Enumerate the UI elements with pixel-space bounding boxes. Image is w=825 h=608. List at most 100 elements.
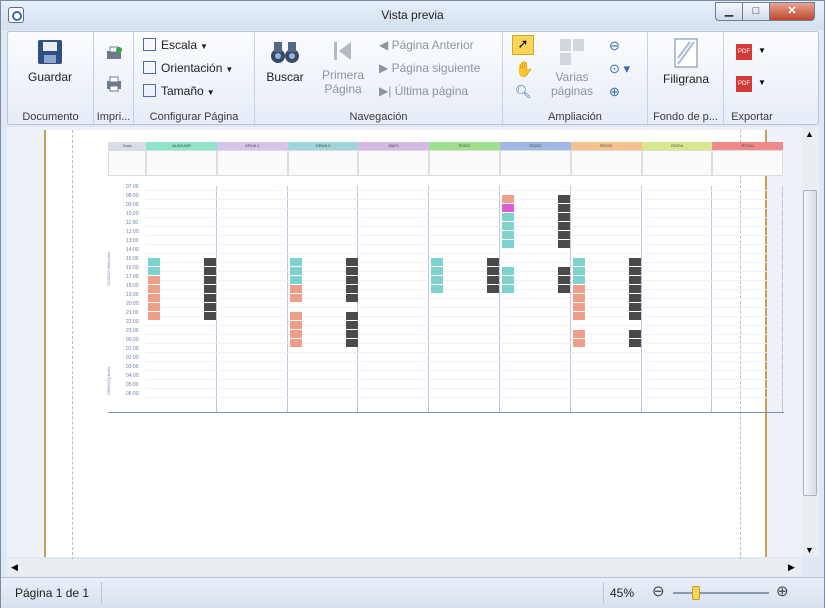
zoom-out-button[interactable]: ⊖ <box>652 582 665 600</box>
hour-gridline <box>146 280 784 281</box>
scroll-right-icon[interactable]: ▶ <box>788 562 795 573</box>
filigrana-button[interactable]: Filigrana <box>654 38 718 86</box>
assignment-block <box>628 303 641 311</box>
orientacion-caret-icon: ▼ <box>225 65 234 74</box>
buscar-button[interactable]: Buscar <box>261 38 309 84</box>
first-page-icon <box>334 42 351 60</box>
hour-gridline <box>146 388 784 389</box>
hour-label: 17:00 <box>126 274 139 280</box>
assignment-block <box>628 267 641 275</box>
assignment-block <box>572 267 585 275</box>
tamano-button[interactable]: Tamaño ▼ <box>143 84 215 98</box>
zoom-tool-icon[interactable]: 🔍︎ <box>515 84 532 100</box>
assignment-block <box>345 294 358 302</box>
equipment-image <box>429 150 500 176</box>
assignment-block <box>628 258 641 266</box>
pointer-tool-icon[interactable]: ➚ <box>512 35 534 55</box>
send-pdf-icon[interactable]: PDF <box>736 76 752 92</box>
group-label-documento: Documento <box>22 111 79 123</box>
scroll-thumb[interactable] <box>803 190 817 496</box>
scroll-left-icon[interactable]: ◀ <box>11 562 18 573</box>
zoom-dropdown-icon[interactable]: ⊙ ▾ <box>609 61 630 77</box>
assignment-block <box>148 285 160 293</box>
equipment-image <box>500 150 571 176</box>
equipment-image <box>712 150 784 176</box>
equipment-image <box>570 150 642 176</box>
hour-gridline <box>146 226 784 227</box>
schedule-column-header: R2203 <box>570 142 642 150</box>
group-label-ampliacion: Ampliación <box>548 111 602 123</box>
assignment-block <box>289 330 302 338</box>
hour-label: 04:00 <box>126 373 139 379</box>
assignment-block <box>502 276 514 284</box>
hour-gridline <box>146 352 784 353</box>
group-ampliacion: ➚ ✋ 🔍︎ Varias páginas ⊖ ⊙ ▾ ⊕ Ampliación <box>503 32 648 124</box>
hour-gridline <box>146 307 784 308</box>
assignment-block <box>558 222 570 230</box>
save-icon <box>38 40 62 64</box>
primera-pagina-button[interactable]: Primera Página <box>318 38 368 96</box>
save-label: Guardar <box>27 70 73 84</box>
hour-gridline <box>146 334 784 335</box>
hour-label: 00:00 <box>126 337 139 343</box>
assignment-block <box>345 276 358 284</box>
zoom-in-button[interactable]: ⊕ <box>776 582 789 600</box>
scroll-up-icon[interactable]: ▲ <box>805 129 814 139</box>
last-page-icon: ▶| <box>379 84 395 98</box>
quick-print-icon[interactable] <box>105 76 123 92</box>
escala-button[interactable]: Escala ▼ <box>143 38 208 52</box>
vertical-scrollbar[interactable]: ▲ ▼ <box>802 127 819 557</box>
pagina-anterior-button[interactable]: ◀ Página Anterior <box>379 38 474 52</box>
zoom-out-icon[interactable]: ⊖ <box>609 38 620 54</box>
status-divider-zoom <box>603 582 604 604</box>
print-options-icon[interactable] <box>105 46 123 62</box>
zoom-slider-thumb[interactable] <box>692 586 701 600</box>
minimize-button[interactable]: ▁ <box>715 2 743 21</box>
hour-gridline <box>146 325 784 326</box>
page-indicator: Página 1 de 1 <box>15 586 90 600</box>
schedule-corner <box>108 150 146 176</box>
assignment-block <box>148 276 160 284</box>
assignment-block <box>502 213 514 221</box>
group-label-navegacion: Navegación <box>349 111 408 123</box>
export-caret-icon[interactable]: ▼ <box>758 46 766 55</box>
preview-area[interactable]: Grúa ALAVIJAR GRUA 1 GRUA 2 MAF1 R2201 R2202 R2… <box>7 127 802 560</box>
assignment-block <box>502 195 514 203</box>
pagina-siguiente-button[interactable]: ▶ Página siguiente <box>379 61 480 75</box>
orientation-icon <box>143 61 156 74</box>
scroll-down-icon[interactable]: ▼ <box>805 545 814 555</box>
watermark-icon <box>674 38 698 68</box>
hand-tool-icon[interactable]: ✋ <box>515 60 534 78</box>
hour-label: 09:00 <box>126 202 139 208</box>
zoom-slider[interactable] <box>673 586 769 600</box>
day-label: 22/05/13 miércoles <box>106 252 111 286</box>
equipment-image <box>146 150 217 176</box>
hour-label: 13:00 <box>126 238 139 244</box>
maximize-button[interactable]: □ <box>742 2 770 21</box>
assignment-block <box>345 267 358 275</box>
zoom-in-icon[interactable]: ⊕ <box>609 84 620 100</box>
hour-gridline <box>146 253 784 254</box>
ultima-pagina-button[interactable]: ▶| Última página <box>379 84 468 98</box>
assignment-block <box>289 285 302 293</box>
group-configurar: Escala ▼ Orientación ▼ Tamaño ▼ Configurar … <box>134 32 255 124</box>
assignment-block <box>204 294 216 302</box>
assignment-block <box>572 339 585 347</box>
hour-label: 19:00 <box>126 292 139 298</box>
varias-paginas-button[interactable]: Varias páginas <box>545 38 599 98</box>
hour-label: 14:00 <box>126 247 139 253</box>
close-button[interactable]: ✕ <box>769 2 815 21</box>
assignment-block <box>289 276 302 284</box>
horizontal-scrollbar[interactable]: ◀ ▶ <box>7 559 802 576</box>
hour-label: 11:00 <box>126 220 139 226</box>
hour-label: 03:00 <box>126 364 139 370</box>
pagina-siguiente-label: Página siguiente <box>391 61 481 75</box>
export-pdf-icon[interactable]: PDF <box>736 44 752 60</box>
send-caret-icon[interactable]: ▼ <box>758 78 766 87</box>
group-exportar: PDF ▼ PDF ▼ Exportar <box>724 32 780 124</box>
save-button[interactable]: Guardar <box>20 38 80 84</box>
orientacion-button[interactable]: Orientación ▼ <box>143 61 233 75</box>
hour-gridline <box>146 361 784 362</box>
hour-gridline <box>146 316 784 317</box>
day-label: 23/05/13 jueves <box>106 367 111 396</box>
